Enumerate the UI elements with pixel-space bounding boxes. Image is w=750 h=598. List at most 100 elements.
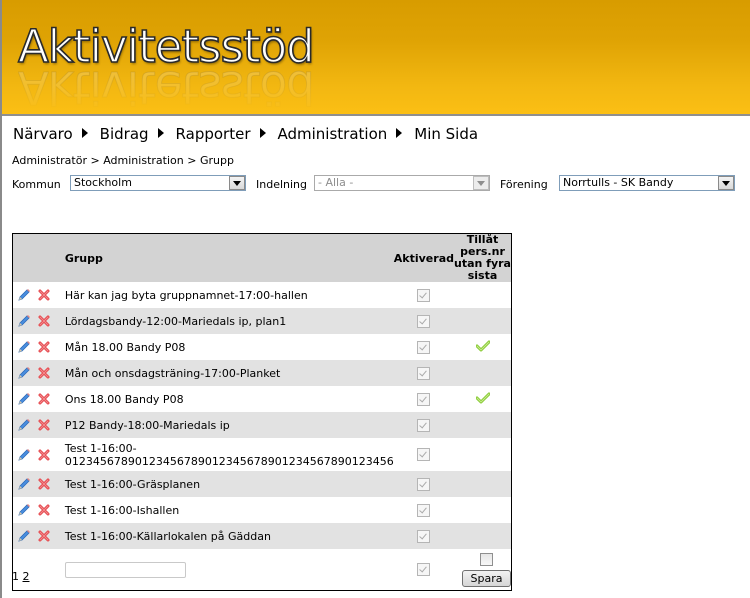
edit-pencil-icon[interactable] (17, 366, 31, 380)
allow-persnr-cell (454, 334, 511, 360)
edit-pencil-icon[interactable] (17, 529, 31, 543)
group-name: Test 1-16:00-Gräsplanen (64, 471, 394, 497)
edit-pencil-icon[interactable] (17, 477, 31, 491)
delete-x-icon[interactable] (37, 477, 51, 491)
activated-checkbox (417, 503, 431, 517)
allow-persnr-cell (454, 523, 511, 549)
allow-persnr-cell (454, 282, 511, 308)
new-group-row: Spara (13, 549, 511, 590)
filter-bar: Kommun Stockholm Indelning - Alla - Före… (0, 175, 750, 193)
activated-checkbox (417, 448, 431, 462)
dropdown-arrow-icon[interactable] (229, 176, 245, 190)
delete-x-icon[interactable] (37, 340, 51, 354)
delete-x-icon[interactable] (37, 448, 51, 462)
row-actions (13, 308, 65, 334)
page-current: 1 (12, 570, 19, 583)
group-name-line2: 0123456789012345678901234567890123456789… (64, 454, 394, 468)
row-actions (13, 523, 65, 549)
nav-item-rapporter[interactable]: Rapporter (176, 125, 251, 143)
activated-cell (393, 308, 454, 334)
activated-cell (394, 438, 454, 471)
new-group-name-input[interactable] (64, 561, 186, 578)
group-table: Grupp Aktiverad Tillåt pers.nr utan fyra… (12, 233, 512, 591)
kommun-select-value: Stockholm (74, 176, 132, 189)
header-tillat-persnr: Tillåt pers.nr utan fyra sista (454, 234, 511, 282)
group-name-line1: Test 1-16:00- (64, 441, 137, 455)
row-actions (13, 334, 65, 360)
group-name: Mån och onsdagsträning-17:00-Planket (64, 360, 394, 386)
breadcrumb-item[interactable]: Administratör (12, 154, 87, 167)
forening-select[interactable]: Norrtulls - SK Bandy (559, 175, 735, 191)
nav-item-administration[interactable]: Administration (278, 125, 388, 143)
edit-pencil-icon[interactable] (17, 418, 31, 432)
green-check-icon (475, 392, 490, 407)
row-actions (13, 282, 65, 308)
header-tillat-line1: Tillåt pers.nr (460, 233, 505, 258)
activated-cell (393, 523, 454, 549)
nav-item-min-sida[interactable]: Min Sida (414, 125, 478, 143)
new-row-allow-persnr-checkbox[interactable] (480, 552, 493, 566)
delete-x-icon[interactable] (37, 503, 51, 517)
nav-arrow-icon (81, 128, 88, 138)
table-row: Lördagsbandy-12:00-Mariedals ip, plan1 (13, 308, 511, 334)
row-actions (13, 412, 65, 438)
main-nav: Närvaro Bidrag Rapporter Administration Min … (13, 125, 478, 143)
delete-x-icon[interactable] (37, 314, 51, 328)
dropdown-arrow-icon[interactable] (718, 176, 734, 190)
row-actions (13, 471, 65, 497)
edit-pencil-icon[interactable] (17, 503, 31, 517)
group-name: Test 1-16:00-Källarlokalen på Gäddan (64, 523, 394, 549)
activated-checkbox (417, 418, 431, 432)
group-name: Test 1-16:00-Ishallen (64, 503, 180, 517)
group-name: P12 Bandy-18:00-Mariedals ip (64, 412, 394, 438)
dropdown-arrow-icon[interactable] (473, 176, 489, 190)
nav-item-bidrag[interactable]: Bidrag (100, 125, 149, 143)
kommun-select[interactable]: Stockholm (70, 175, 246, 191)
table-row: P12 Bandy-18:00-Mariedals ip (13, 412, 511, 438)
edit-pencil-icon[interactable] (17, 288, 31, 302)
allow-persnr-cell (454, 438, 511, 471)
save-button[interactable]: Spara (462, 569, 511, 587)
delete-x-icon[interactable] (37, 392, 51, 406)
nav-arrow-icon (157, 128, 164, 138)
header-tillat-line2: utan fyra sista (454, 257, 511, 282)
delete-x-icon[interactable] (37, 529, 51, 543)
indelning-select[interactable]: - Alla - (314, 175, 490, 191)
group-name: Lördagsbandy-12:00-Mariedals ip, plan1 (64, 308, 394, 334)
group-name: Här kan jag byta gruppnamnet-17:00-halle… (64, 288, 308, 302)
forening-label: Förening (500, 178, 548, 191)
kommun-label: Kommun (12, 178, 61, 191)
breadcrumb-separator: > (187, 154, 197, 167)
header-actions (13, 234, 65, 282)
nav-arrow-icon (259, 128, 266, 138)
table-row: Test 1-16:00-Källarlokalen på Gäddan (13, 523, 511, 549)
group-name: Ons 18.00 Bandy P08 (64, 392, 184, 406)
edit-pencil-icon[interactable] (17, 448, 31, 462)
activated-checkbox (417, 314, 431, 328)
allow-persnr-cell (454, 386, 511, 412)
activated-cell (394, 497, 454, 523)
edit-pencil-icon[interactable] (17, 314, 31, 328)
breadcrumb-item-current: Grupp (199, 154, 234, 167)
allow-persnr-cell (454, 360, 511, 386)
delete-x-icon[interactable] (37, 418, 51, 432)
breadcrumb-item[interactable]: Administration (103, 154, 184, 167)
breadcrumb-separator: > (90, 154, 100, 167)
edit-pencil-icon[interactable] (17, 340, 31, 354)
nav-arrow-icon (396, 128, 403, 138)
header-grupp[interactable]: Grupp (64, 234, 394, 282)
allow-persnr-cell (454, 497, 511, 523)
breadcrumb: Administratör > Administration > Grupp (12, 154, 234, 167)
edit-pencil-icon[interactable] (17, 392, 31, 406)
header-banner: Aktivitetsstöd Aktivitetsstöd (2, 0, 750, 116)
nav-item-narvaro[interactable]: Närvaro (13, 125, 73, 143)
activated-checkbox (417, 366, 431, 380)
row-actions (13, 497, 65, 523)
activated-checkbox (417, 340, 431, 354)
delete-x-icon[interactable] (37, 366, 51, 380)
indelning-select-value: - Alla - (318, 176, 354, 189)
page-link-2[interactable]: 2 (23, 570, 30, 583)
activated-cell (393, 471, 454, 497)
header-aktiverad[interactable]: Aktiverad (393, 234, 454, 282)
delete-x-icon[interactable] (37, 288, 51, 302)
